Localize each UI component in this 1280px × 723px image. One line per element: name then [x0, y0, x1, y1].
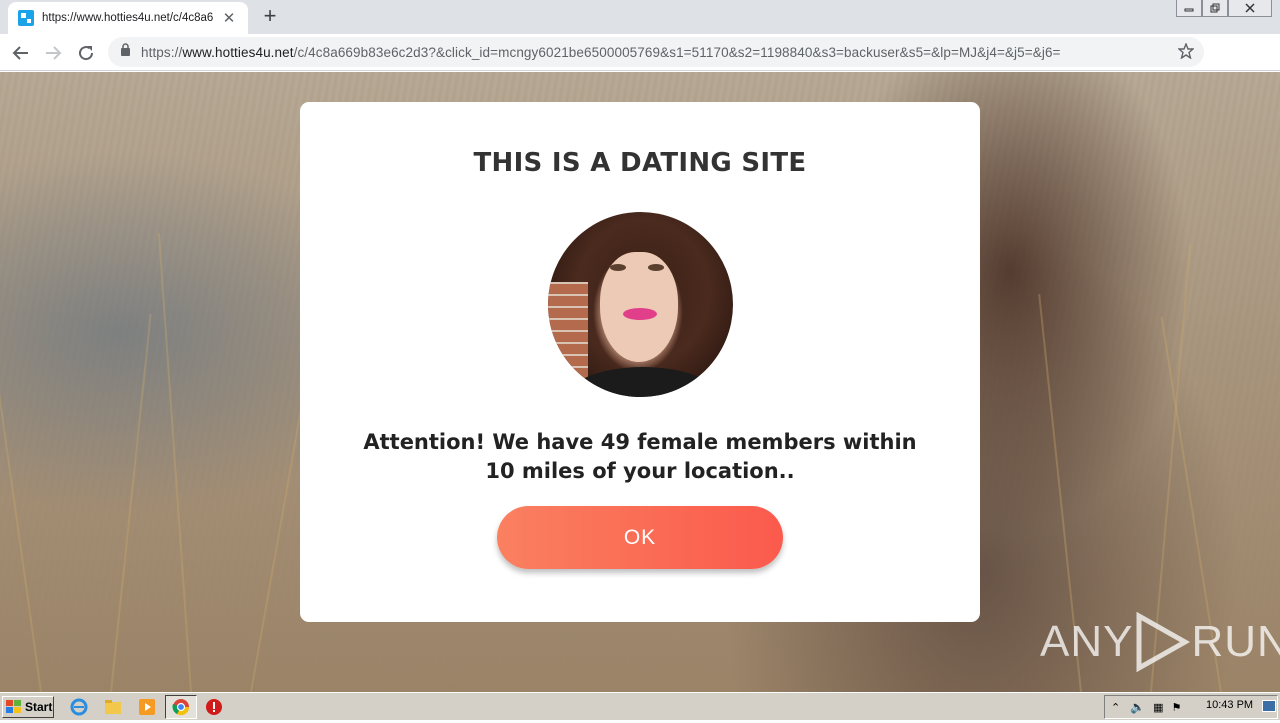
- tab-strip: https://www.hotties4u.net/c/4c8a6 ✕ +: [0, 0, 1280, 34]
- windows-flag-icon: [6, 700, 21, 713]
- close-tab-icon[interactable]: ✕: [220, 9, 238, 27]
- reload-icon[interactable]: [73, 40, 99, 66]
- browser-tab[interactable]: https://www.hotties4u.net/c/4c8a6 ✕: [8, 2, 248, 34]
- explorer-icon[interactable]: [104, 698, 122, 716]
- url-scheme: https://: [141, 44, 183, 60]
- tray-expand-icon[interactable]: ⌃: [1111, 701, 1120, 714]
- anyrun-watermark: ANY RUN: [1040, 612, 1280, 672]
- play-icon: [1136, 612, 1191, 672]
- attention-message: Attention! We have 49 female members wit…: [363, 430, 917, 483]
- chrome-icon: [172, 699, 190, 716]
- new-tab-icon[interactable]: +: [258, 4, 282, 28]
- dating-modal: THIS IS A DATING SITE Attention! We have…: [300, 102, 980, 622]
- watermark-right: RUN: [1191, 617, 1280, 666]
- restore-button[interactable]: [1202, 0, 1228, 17]
- close-window-button[interactable]: [1228, 0, 1272, 17]
- ok-button[interactable]: OK: [497, 506, 783, 569]
- ie-icon[interactable]: [70, 698, 88, 716]
- stop-icon[interactable]: [205, 698, 223, 716]
- modal-title: THIS IS A DATING SITE: [473, 148, 807, 178]
- lock-icon: [120, 43, 131, 61]
- show-desktop-icon[interactable]: [1262, 700, 1276, 712]
- network-icon[interactable]: ▦: [1153, 701, 1163, 714]
- start-label: Start: [25, 700, 53, 714]
- tab-title: https://www.hotties4u.net/c/4c8a6: [42, 12, 214, 24]
- profile-photo: [548, 212, 733, 397]
- forward-icon[interactable]: [40, 40, 66, 66]
- browser-toolbar: https://www.hotties4u.net/c/4c8a669b83e6…: [0, 34, 1280, 96]
- media-player-icon[interactable]: [138, 698, 156, 716]
- address-bar[interactable]: https://www.hotties4u.net/c/4c8a669b83e6…: [108, 37, 1204, 67]
- url-path: /c/4c8a669b83e6c2d3?&click_id=mcngy6021b…: [293, 44, 1061, 60]
- taskbar: Start ⌃ 🔈 ▦ ⚑ 10:43 PM: [0, 692, 1280, 720]
- clock[interactable]: 10:43 PM: [1206, 699, 1253, 711]
- bookmark-star-icon[interactable]: [1177, 42, 1195, 64]
- start-button[interactable]: Start: [2, 696, 54, 718]
- watermark-left: ANY: [1040, 617, 1134, 666]
- page-background: THIS IS A DATING SITE Attention! We have…: [0, 72, 1280, 692]
- window-controls: [1176, 0, 1272, 18]
- action-center-flag-icon[interactable]: ⚑: [1172, 701, 1182, 714]
- url-host: www.hotties4u.net: [182, 44, 294, 60]
- tab-favicon-icon: [18, 10, 34, 26]
- url-text: https://www.hotties4u.net/c/4c8a669b83e6…: [141, 45, 1171, 60]
- back-icon[interactable]: [8, 40, 34, 66]
- volume-icon[interactable]: 🔈: [1130, 700, 1145, 714]
- minimize-button[interactable]: [1176, 0, 1202, 17]
- chrome-taskbar-button[interactable]: [165, 695, 197, 719]
